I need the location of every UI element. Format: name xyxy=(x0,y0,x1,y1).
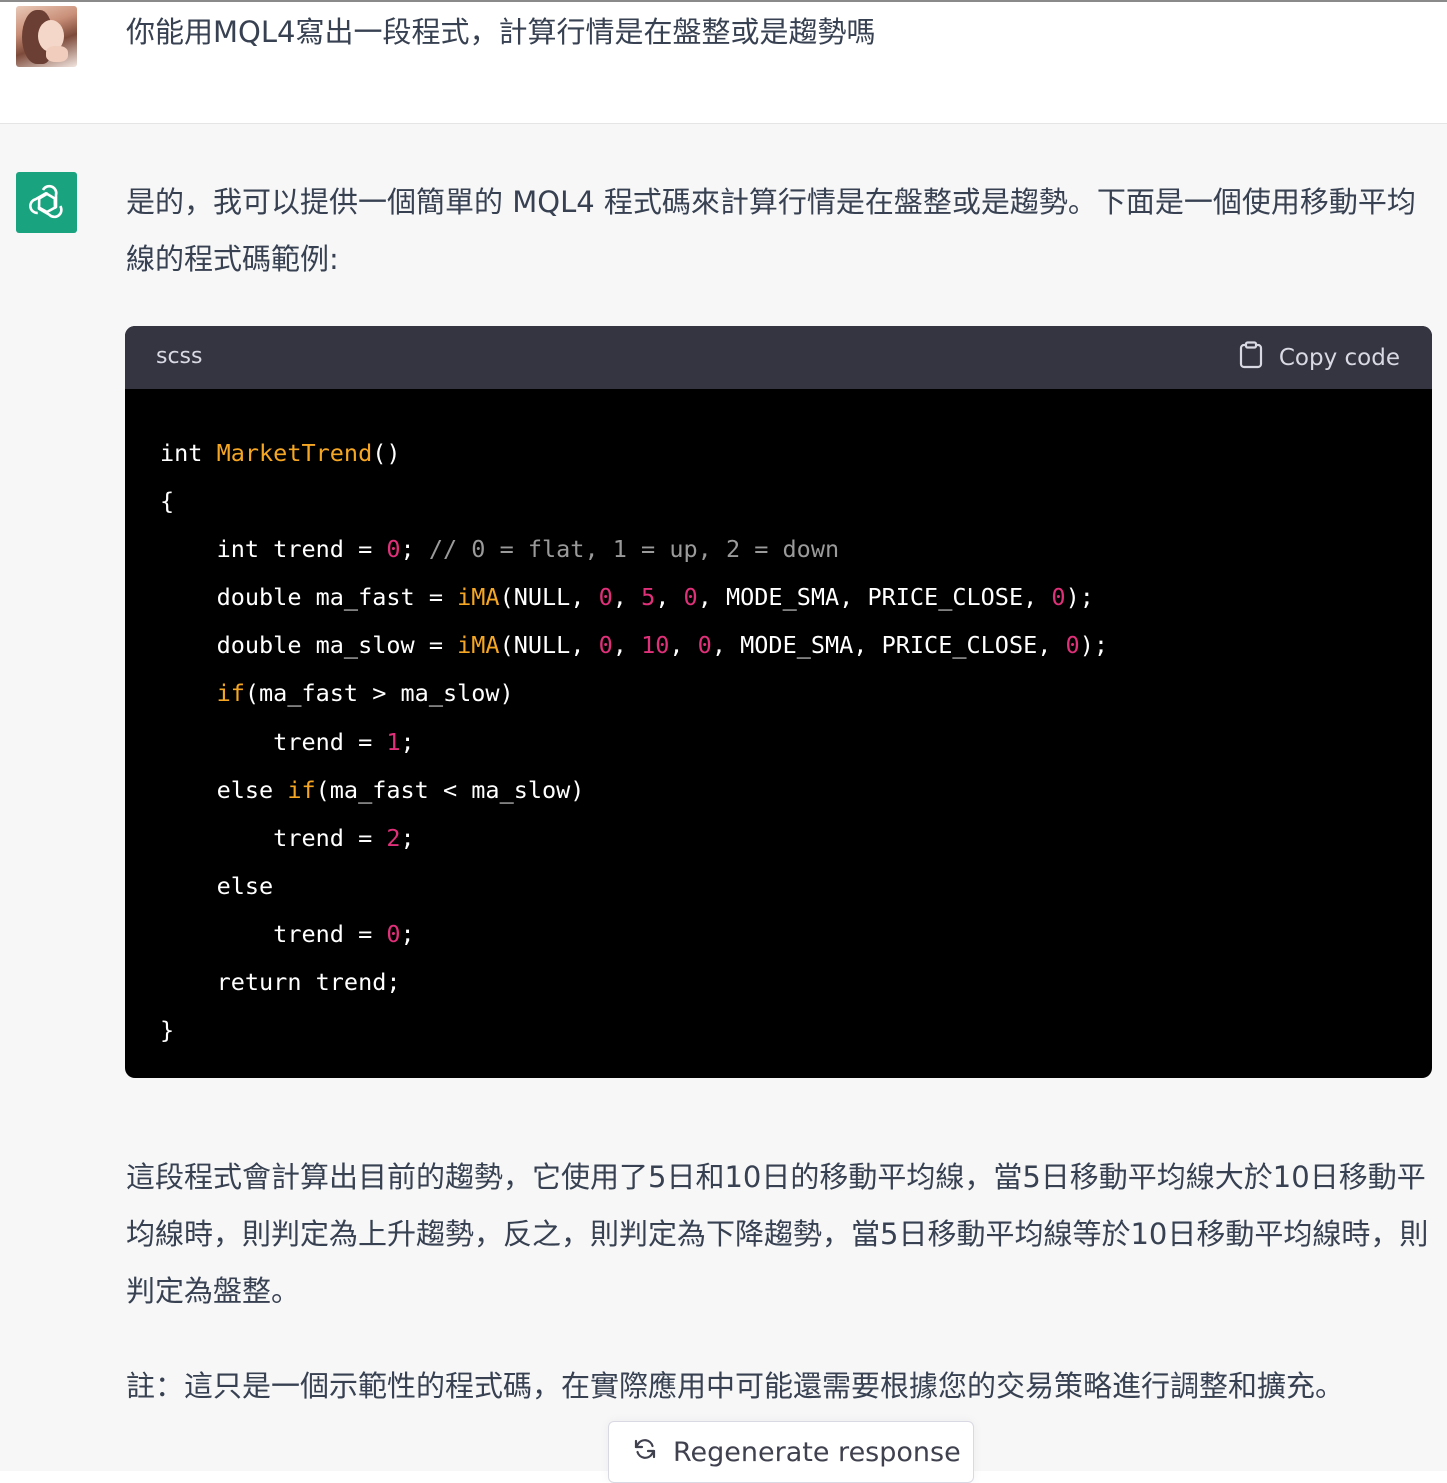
code-block: scss Copy code int MarketTrend() { int tr… xyxy=(125,326,1432,1078)
code-line: int MarketTrend() xyxy=(160,439,401,467)
code-line: else xyxy=(160,871,274,900)
copy-code-label: Copy code xyxy=(1278,345,1400,371)
code-line: trend = 2; xyxy=(160,823,415,852)
code-line: double ma_slow = iMA(NULL, 0, 10, 0, MOD… xyxy=(160,631,1108,660)
code-line: trend = 0; xyxy=(160,919,415,948)
code-line: if(ma_fast > ma_slow) xyxy=(216,679,514,708)
openai-logo-icon xyxy=(16,172,77,233)
code-line: { xyxy=(160,487,175,516)
user-message-text: 你能用MQL4寫出一段程式，計算行情是在盤整或是趨勢嗎 xyxy=(126,15,876,49)
code-line: double ma_fast = iMA(NULL, 0, 5, 0, MODE… xyxy=(160,583,1094,612)
assistant-note-text: 註：這只是一個示範性的程式碼，在實際應用中可能還需要根據您的交易策略進行調整和擴… xyxy=(126,1369,1345,1403)
assistant-explanation-text: 這段程式會計算出目前的趨勢，它使用了5日和10日的移動平均線，當5日移動平均線大… xyxy=(126,1160,1429,1308)
code-line: } xyxy=(160,1016,175,1045)
regenerate-response-button[interactable]: Regenerate response xyxy=(608,1421,974,1483)
assistant-message-row: 是的，我可以提供一個簡單的 MQL4 程式碼來計算行情是在盤整或是趨勢。下面是一… xyxy=(0,124,1447,1483)
regenerate-label: Regenerate response xyxy=(673,1436,961,1468)
code-line: trend = 1; xyxy=(160,727,415,756)
assistant-intro-text: 是的，我可以提供一個簡單的 MQL4 程式碼來計算行情是在盤整或是趨勢。下面是一… xyxy=(126,185,1416,276)
code-content: int MarketTrend() { int trend = 0; // 0 =… xyxy=(125,389,1432,1054)
code-line: return trend; xyxy=(160,968,401,997)
code-block-header: scss Copy code xyxy=(125,326,1432,389)
code-line: int trend = 0; // 0 = flat, 1 = up, 2 = … xyxy=(160,535,840,564)
copy-code-button[interactable]: Copy code xyxy=(1239,341,1400,375)
code-line: else if(ma_fast < ma_slow) xyxy=(160,775,585,804)
clipboard-icon xyxy=(1239,341,1263,375)
user-avatar xyxy=(16,6,77,67)
code-language-label: scss xyxy=(156,344,203,369)
refresh-icon xyxy=(633,1437,657,1468)
user-message-row: 你能用MQL4寫出一段程式，計算行情是在盤整或是趨勢嗎 xyxy=(0,0,1447,124)
